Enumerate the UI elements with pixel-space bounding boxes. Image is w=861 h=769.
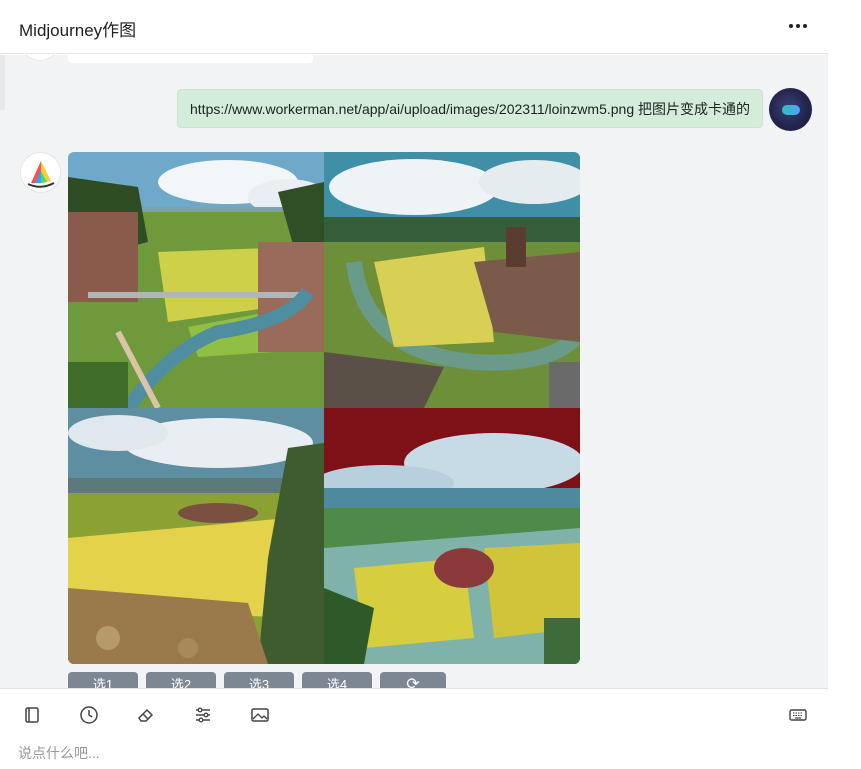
avatar — [20, 55, 60, 61]
midjourney-avatar[interactable] — [20, 152, 61, 193]
message-list[interactable]: https://www.workerman.net/app/ai/upload/… — [0, 55, 828, 688]
image-action-bar: 选1 选2 选3 选4 ⟳ — [68, 672, 446, 688]
message-input[interactable] — [18, 741, 808, 765]
select-2-button[interactable]: 选2 — [146, 672, 216, 688]
image-tile-1[interactable] — [68, 152, 324, 408]
eraser-icon[interactable] — [134, 703, 158, 727]
select-4-button[interactable]: 选4 — [302, 672, 372, 688]
page-title: Midjourney作图 — [19, 21, 137, 40]
select-1-button[interactable]: 选1 — [68, 672, 138, 688]
outside-area — [828, 0, 861, 769]
image-tile-4[interactable] — [324, 408, 580, 664]
image-tile-2[interactable] — [324, 152, 580, 408]
select-3-button[interactable]: 选3 — [224, 672, 294, 688]
refresh-icon: ⟳ — [406, 676, 420, 688]
image-tile-3[interactable] — [68, 408, 324, 664]
book-icon[interactable] — [20, 703, 44, 727]
keyboard-icon[interactable] — [786, 703, 810, 727]
previous-message-bubble — [68, 55, 313, 63]
more-menu-icon[interactable] — [786, 14, 810, 38]
header: Midjourney作图 — [0, 0, 828, 54]
sliders-icon[interactable] — [191, 703, 215, 727]
composer — [0, 688, 828, 769]
user-message-bubble: https://www.workerman.net/app/ai/upload/… — [177, 89, 763, 128]
chat-window: Midjourney作图 https://www.workerman.net/a… — [0, 0, 828, 769]
user-message: https://www.workerman.net/app/ai/upload/… — [0, 88, 828, 136]
generated-image-grid[interactable] — [68, 152, 580, 664]
image-icon[interactable] — [248, 703, 272, 727]
user-avatar[interactable] — [769, 88, 812, 131]
clock-icon[interactable] — [77, 703, 101, 727]
refresh-button[interactable]: ⟳ — [380, 672, 446, 688]
